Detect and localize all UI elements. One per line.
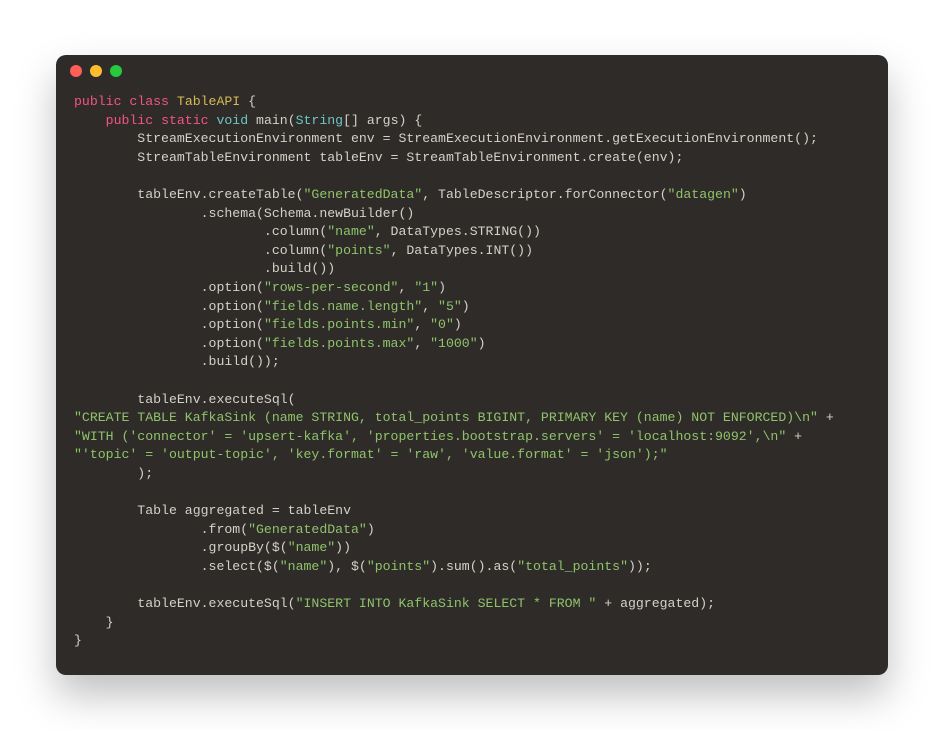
- code-line: }: [74, 633, 82, 648]
- code-text: ,: [414, 336, 430, 351]
- string: "GeneratedData": [304, 187, 423, 202]
- string: "1000": [430, 336, 477, 351]
- code-line: }: [74, 615, 114, 630]
- code-line: StreamExecutionEnvironment env = StreamE…: [74, 131, 818, 146]
- code-text: ,: [414, 317, 430, 332]
- window-titlebar: [56, 55, 888, 87]
- code-text: ), $(: [327, 559, 367, 574]
- code-line: .build());: [74, 354, 280, 369]
- code-text: + aggregated);: [596, 596, 715, 611]
- keyword: public: [74, 94, 121, 109]
- code-text: .from(: [74, 522, 248, 537]
- code-text: )): [335, 540, 351, 555]
- code-line: tableEnv.executeSql(: [74, 392, 296, 407]
- code-text: ): [454, 317, 462, 332]
- minimize-icon[interactable]: [90, 65, 102, 77]
- code-text: main(: [248, 113, 295, 128]
- string: "GeneratedData": [248, 522, 367, 537]
- code-text: .select($(: [74, 559, 280, 574]
- string: "fields.points.min": [264, 317, 414, 332]
- string: "datagen": [668, 187, 739, 202]
- code-text: ,: [398, 280, 414, 295]
- string: "INSERT INTO KafkaSink SELECT * FROM ": [296, 596, 597, 611]
- code-line: StreamTableEnvironment tableEnv = Stream…: [74, 150, 683, 165]
- code-text: .option(: [74, 336, 264, 351]
- string: "name": [327, 224, 374, 239]
- string: "name": [288, 540, 335, 555]
- string: "WITH ('connector' = 'upsert-kafka', 'pr…: [74, 429, 786, 444]
- code-line: .build()): [74, 261, 335, 276]
- code-text: +: [818, 410, 834, 425]
- string: "CREATE TABLE KafkaSink (name STRING, to…: [74, 410, 818, 425]
- code-text: ): [438, 280, 446, 295]
- code-text: ): [367, 522, 375, 537]
- code-text: , DataTypes.STRING()): [375, 224, 541, 239]
- close-icon[interactable]: [70, 65, 82, 77]
- string: "name": [280, 559, 327, 574]
- string: "fields.name.length": [264, 299, 422, 314]
- code-text: .option(: [74, 317, 264, 332]
- keyword: static: [161, 113, 208, 128]
- string: "rows-per-second": [264, 280, 399, 295]
- string: "points": [367, 559, 430, 574]
- code-text: ).sum().as(: [430, 559, 517, 574]
- code-block: public class TableAPI { public static vo…: [56, 87, 888, 675]
- code-text: [] args) {: [343, 113, 422, 128]
- code-text: .option(: [74, 280, 264, 295]
- string: "total_points": [517, 559, 628, 574]
- code-line: .schema(Schema.newBuilder(): [74, 206, 414, 221]
- zoom-icon[interactable]: [110, 65, 122, 77]
- code-text: .groupBy($(: [74, 540, 288, 555]
- code-text: ): [739, 187, 747, 202]
- code-text: .column(: [74, 224, 327, 239]
- code-text: ): [462, 299, 470, 314]
- type: String: [296, 113, 343, 128]
- keyword: class: [129, 94, 169, 109]
- code-text: ));: [628, 559, 652, 574]
- string: "'topic' = 'output-topic', 'key.format' …: [74, 447, 668, 462]
- code-text: .option(: [74, 299, 264, 314]
- code-text: ): [478, 336, 486, 351]
- string: "1": [414, 280, 438, 295]
- code-text: , TableDescriptor.forConnector(: [422, 187, 667, 202]
- code-text: .column(: [74, 243, 327, 258]
- code-line: Table aggregated = tableEnv: [74, 503, 351, 518]
- code-text: ,: [422, 299, 438, 314]
- code-text: +: [786, 429, 802, 444]
- code-text: , DataTypes.INT()): [391, 243, 533, 258]
- string: "5": [438, 299, 462, 314]
- code-line: );: [74, 466, 153, 481]
- code-text: tableEnv.createTable(: [74, 187, 304, 202]
- code-window: public class TableAPI { public static vo…: [56, 55, 888, 675]
- class-name: TableAPI: [177, 94, 240, 109]
- string: "0": [430, 317, 454, 332]
- string: "fields.points.max": [264, 336, 414, 351]
- string: "points": [327, 243, 390, 258]
- code-text: tableEnv.executeSql(: [74, 596, 296, 611]
- keyword: public: [106, 113, 153, 128]
- type: void: [216, 113, 248, 128]
